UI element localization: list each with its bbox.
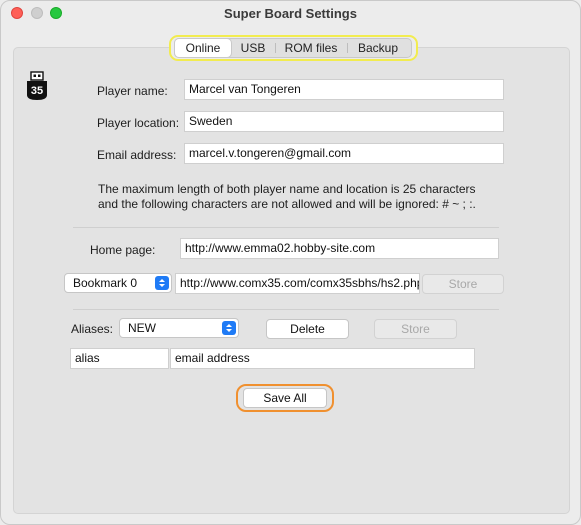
bookmark-select-value: Bookmark 0 — [73, 276, 138, 290]
aliases-select[interactable]: NEW — [119, 318, 239, 338]
divider-2 — [73, 309, 499, 310]
restrictions-note: The maximum length of both player name a… — [98, 182, 476, 212]
aliases-select-value: NEW — [128, 321, 156, 335]
logo-text: 35 — [31, 85, 43, 97]
email-address-field[interactable]: marcel.v.tongeren@gmail.com — [184, 143, 504, 164]
bookmark-url-field[interactable]: http://www.comx35.com/comx35sbhs/hs2.php — [175, 273, 420, 294]
aliases-label: Aliases: — [71, 322, 114, 336]
tab-usb[interactable]: USB — [231, 39, 275, 57]
divider-1 — [73, 227, 499, 228]
player-location-field[interactable]: Sweden — [184, 111, 504, 132]
note-line-1: The maximum length of both player name a… — [98, 182, 476, 196]
title-bar: Super Board Settings — [1, 1, 580, 27]
player-name-field[interactable]: Marcel van Tongeren — [184, 79, 504, 100]
tab-rom-files[interactable]: ROM files — [275, 39, 347, 57]
alias-delete-button[interactable]: Delete — [266, 319, 349, 339]
player-location-label: Player location: — [97, 116, 180, 130]
chevron-updown-icon — [222, 321, 236, 335]
bookmark-store-button[interactable]: Store — [422, 274, 504, 294]
alias-email-field[interactable]: email address — [170, 348, 475, 369]
settings-window: Super Board Settings Online USB ROM file… — [0, 0, 581, 525]
usb-stick-35-logo-icon: 35 — [27, 71, 47, 100]
tab-backup[interactable]: Backup — [347, 39, 409, 57]
tab-online[interactable]: Online — [175, 39, 231, 57]
email-address-label: Email address: — [97, 148, 177, 162]
bookmark-select[interactable]: Bookmark 0 — [64, 273, 172, 293]
note-line-2: and the following characters are not all… — [98, 197, 476, 211]
chevron-updown-icon — [155, 276, 169, 290]
player-name-label: Player name: — [97, 84, 168, 98]
alias-field[interactable]: alias — [70, 348, 169, 369]
window-title: Super Board Settings — [224, 6, 357, 21]
save-all-button[interactable]: Save All — [243, 388, 327, 408]
home-page-field[interactable]: http://www.emma02.hobby-site.com — [180, 238, 499, 259]
alias-store-button[interactable]: Store — [374, 319, 457, 339]
tab-bar: Online USB ROM files Backup — [174, 38, 412, 58]
home-page-label: Home page: — [90, 243, 156, 257]
